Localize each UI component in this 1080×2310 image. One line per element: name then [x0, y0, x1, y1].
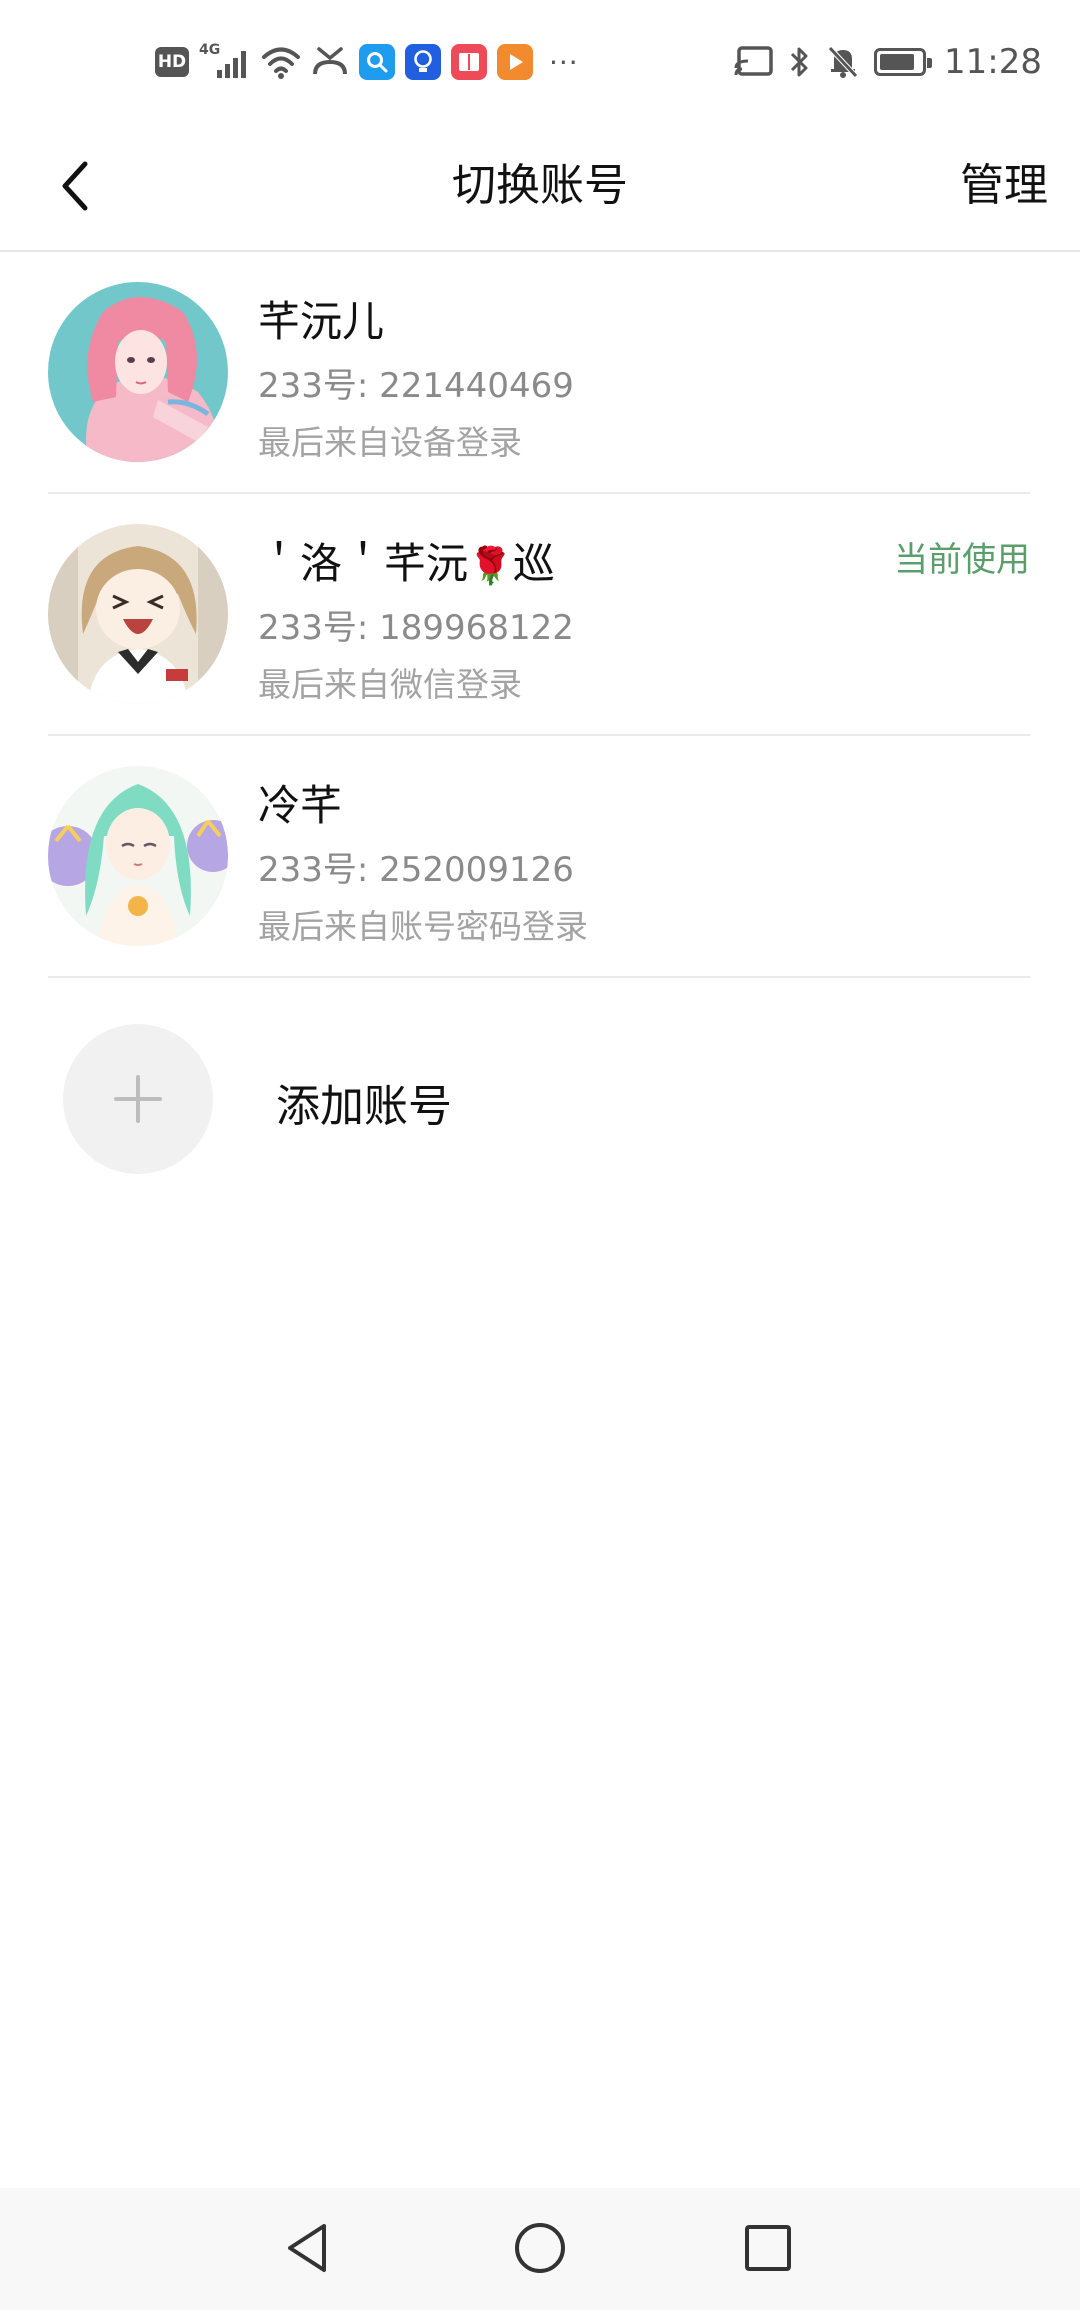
account-name-suffix: 巡: [512, 539, 555, 588]
account-row[interactable]: 冷芊 233号: 252009126 最后来自账号密码登录: [0, 736, 1080, 978]
bulb-app-icon: [405, 44, 441, 80]
status-right-icons: 11:28: [734, 40, 1042, 84]
account-id: 233号: 221440469: [258, 366, 574, 406]
signal-4g-icon: 4G: [199, 42, 251, 82]
avatar: [48, 766, 228, 946]
current-account-badge: 当前使用: [894, 540, 1030, 580]
wifi-icon: [262, 47, 300, 79]
clock: 11:28: [944, 42, 1042, 82]
battery-level-fill: [880, 54, 915, 70]
account-id: 233号: 252009126: [258, 850, 574, 890]
add-account-label: 添加账号: [276, 1081, 452, 1132]
bluetooth-icon: [790, 47, 808, 77]
more-notifications-icon: ···: [549, 45, 579, 79]
add-account-button[interactable]: [63, 1024, 213, 1174]
circle-home-icon: [515, 2223, 565, 2273]
account-row-current[interactable]: ＇洛＇芊沅🌹巡 当前使用 233号: 189968122 最后来自微信登录: [0, 494, 1080, 736]
page-title: 切换账号: [452, 160, 628, 211]
account-login-source: 最后来自账号密码登录: [258, 907, 588, 946]
system-nav-bar: [0, 2188, 1080, 2310]
status-left-icons: HD 4G ···: [155, 40, 579, 84]
battery-icon: [874, 48, 933, 76]
plus-icon: [114, 1075, 162, 1123]
missed-call-icon: [313, 47, 347, 75]
rose-emoji: 🌹: [468, 546, 513, 587]
avatar: [48, 524, 228, 704]
search-app-icon: [359, 44, 395, 80]
account-name: ＇洛＇芊沅🌹巡: [258, 530, 555, 591]
account-list: 芊沅儿 233号: 221440469 最后来自设备登录 ＇洛＇芊沅🌹巡 当前使…: [0, 252, 1080, 1174]
add-account-row[interactable]: 添加账号: [0, 978, 1080, 1174]
account-login-source: 最后来自微信登录: [258, 665, 522, 704]
video-app-icon: [497, 44, 533, 80]
status-bar: HD 4G ··· 11:28: [0, 0, 1080, 118]
triangle-back-icon: [288, 2224, 326, 2272]
nav-back-button[interactable]: [268, 2208, 348, 2288]
account-name: 冷芊: [258, 781, 343, 830]
manage-button[interactable]: 管理: [960, 146, 1048, 226]
nav-home-button[interactable]: [500, 2208, 580, 2288]
nav-recents-button[interactable]: [728, 2208, 808, 2288]
hd-icon: HD: [155, 47, 189, 77]
avatar: [48, 282, 228, 462]
account-row[interactable]: 芊沅儿 233号: 221440469 最后来自设备登录: [0, 252, 1080, 494]
mute-bell-icon: [828, 46, 858, 78]
square-recents-icon: [745, 2225, 791, 2271]
account-id: 233号: 189968122: [258, 608, 574, 648]
title-bar: 切换账号 管理: [0, 118, 1080, 252]
account-name: 芊沅儿: [258, 297, 385, 346]
account-login-source: 最后来自设备登录: [258, 423, 522, 462]
book-app-icon: [451, 44, 487, 80]
cast-icon: [734, 46, 773, 76]
account-name-prefix: ＇洛＇芊沅: [258, 539, 469, 588]
